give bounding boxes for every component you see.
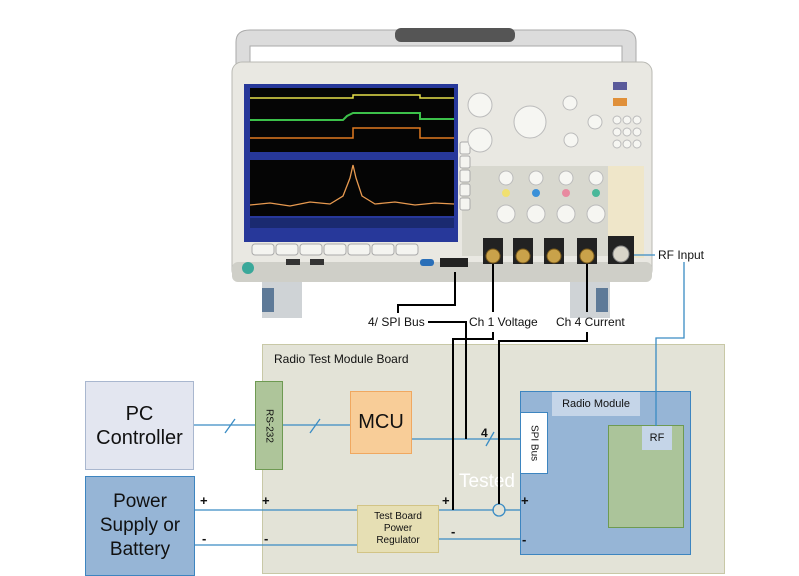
current-probe-icon: [492, 503, 506, 517]
plus-sign: +: [200, 493, 208, 508]
minus-sign: -: [202, 531, 207, 546]
ch4-current-label: Ch 4 Current: [556, 315, 625, 329]
minus-sign: -: [451, 524, 456, 539]
ch1-voltage-label: Ch 1 Voltage: [469, 315, 538, 329]
spi-probe-wire: [397, 272, 456, 313]
minus-sign: -: [264, 531, 269, 546]
minus-sign: -: [522, 532, 527, 547]
plus-sign: +: [262, 493, 270, 508]
plus-sign: +: [442, 493, 450, 508]
plus-sign: +: [521, 493, 529, 508]
wiring: [194, 254, 685, 546]
spi-bus-probe-label: 4/ SPI Bus: [368, 315, 425, 329]
bus-width-label: 4: [481, 426, 488, 440]
rf-input-label: RF Input: [658, 248, 705, 262]
